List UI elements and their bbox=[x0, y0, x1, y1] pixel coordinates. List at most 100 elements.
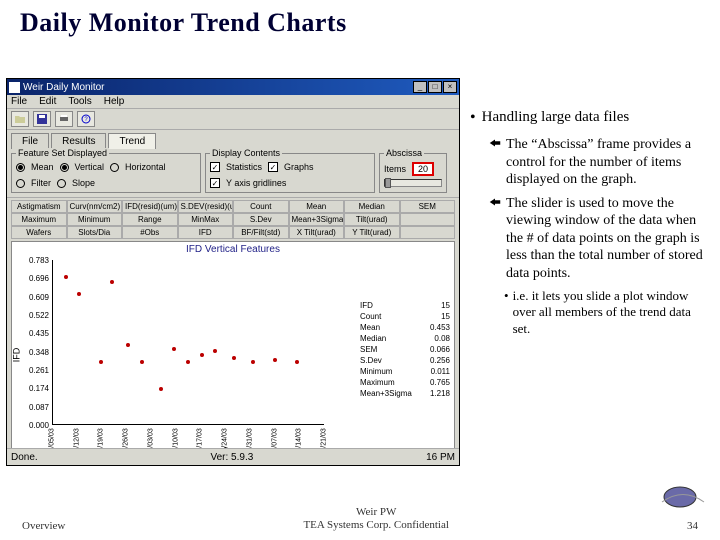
slide-title: Daily Monitor Trend Charts bbox=[20, 8, 347, 38]
label-gridlines: Y axis gridlines bbox=[226, 178, 286, 188]
data-point bbox=[251, 360, 255, 364]
menu-edit[interactable]: Edit bbox=[39, 96, 56, 107]
toolbar: ? bbox=[7, 109, 459, 130]
menu-tools[interactable]: Tools bbox=[68, 96, 91, 107]
minimize-button[interactable]: _ bbox=[413, 81, 427, 93]
app-window: Weir Daily Monitor _ □ × File Edit Tools… bbox=[6, 78, 460, 466]
feat-cell[interactable]: Mean bbox=[289, 200, 345, 213]
menu-file[interactable]: File bbox=[11, 96, 27, 107]
feature-set-legend: Feature Set Displayed bbox=[16, 148, 109, 158]
label-statistics: Statistics bbox=[226, 162, 262, 172]
status-left: Done. bbox=[11, 452, 38, 463]
abscissa-slider[interactable] bbox=[384, 179, 442, 187]
feat-cell[interactable]: Median bbox=[344, 200, 400, 213]
radio-filter[interactable] bbox=[16, 179, 25, 188]
feat-cell[interactable]: MinMax bbox=[178, 213, 234, 226]
print-icon[interactable] bbox=[55, 111, 73, 127]
help-icon[interactable]: ? bbox=[77, 111, 95, 127]
data-point bbox=[186, 360, 190, 364]
stats-row: Mean+3Sigma1.218 bbox=[360, 388, 450, 399]
tab-trend[interactable]: Trend bbox=[108, 133, 156, 149]
feat-cell[interactable]: X Tilt(urad) bbox=[289, 226, 345, 239]
feat-cell[interactable]: Curv(nm/cm2) bbox=[67, 200, 123, 213]
bullet-main-text: Handling large data files bbox=[482, 108, 630, 128]
feat-cell[interactable]: IFD(resid)(um) bbox=[122, 200, 178, 213]
chart-stats-panel: IFD15Count15Mean0.453Median0.08SEM0.066S… bbox=[360, 300, 450, 399]
feat-cell[interactable]: BF/Filt(std) bbox=[233, 226, 289, 239]
y-tick: 0.609 bbox=[17, 293, 49, 302]
data-point bbox=[77, 292, 81, 296]
radio-mean[interactable] bbox=[16, 163, 25, 172]
radio-vertical[interactable] bbox=[60, 163, 69, 172]
feat-cell[interactable]: SEM bbox=[400, 200, 456, 213]
y-tick: 0.261 bbox=[17, 366, 49, 375]
label-graphs: Graphs bbox=[284, 162, 314, 172]
feat-cell[interactable]: #Obs bbox=[122, 226, 178, 239]
feat-cell[interactable]: Slots/Dia bbox=[67, 226, 123, 239]
check-gridlines[interactable] bbox=[210, 178, 220, 188]
abscissa-input[interactable]: 20 bbox=[412, 162, 434, 176]
label-filter: Filter bbox=[31, 178, 51, 188]
window-title: Weir Daily Monitor bbox=[23, 82, 105, 93]
feat-cell[interactable]: Maximum bbox=[11, 213, 67, 226]
data-point bbox=[232, 356, 236, 360]
data-point bbox=[126, 343, 130, 347]
feat-cell[interactable]: Mean+3Sigma bbox=[289, 213, 345, 226]
feat-cell[interactable]: Astigmatism bbox=[11, 200, 67, 213]
label-horizontal: Horizontal bbox=[125, 162, 166, 172]
radio-horizontal[interactable] bbox=[110, 163, 119, 172]
tab-results[interactable]: Results bbox=[51, 133, 106, 149]
data-point bbox=[295, 360, 299, 364]
tab-row: File Results Trend bbox=[7, 130, 459, 149]
maximize-button[interactable]: □ bbox=[428, 81, 442, 93]
feat-cell[interactable]: Tilt(urad) bbox=[344, 213, 400, 226]
abscissa-group: Abscissa Items20 bbox=[379, 153, 447, 193]
sub-sub-text: i.e. it lets you slide a plot window ove… bbox=[513, 288, 706, 337]
data-point bbox=[273, 358, 277, 362]
statusbar: Done. Ver: 5.9.3 16 PM bbox=[7, 448, 459, 465]
label-slope: Slope bbox=[72, 178, 95, 188]
feat-cell[interactable]: S.Dev bbox=[233, 213, 289, 226]
menubar: File Edit Tools Help bbox=[7, 95, 459, 109]
abscissa-legend: Abscissa bbox=[384, 148, 424, 158]
y-tick: 0.435 bbox=[17, 329, 49, 338]
status-time: 16 PM bbox=[426, 452, 455, 463]
feat-cell[interactable]: Range bbox=[122, 213, 178, 226]
feat-cell[interactable]: Y Tilt(urad) bbox=[344, 226, 400, 239]
sub-bullet-1: The “Abscissa” frame provides a control … bbox=[506, 136, 706, 189]
stats-row: Count15 bbox=[360, 311, 450, 322]
y-tick: 0.000 bbox=[17, 421, 49, 430]
feat-cell[interactable] bbox=[400, 213, 456, 226]
display-contents-legend: Display Contents bbox=[210, 148, 282, 158]
feat-cell[interactable] bbox=[400, 226, 456, 239]
tab-file[interactable]: File bbox=[11, 133, 49, 149]
menu-help[interactable]: Help bbox=[104, 96, 125, 107]
chart-area: IFD Vertical Features IFD Date 0.7830.69… bbox=[11, 241, 455, 459]
data-point bbox=[200, 353, 204, 357]
save-icon[interactable] bbox=[33, 111, 51, 127]
feat-cell[interactable]: Count bbox=[233, 200, 289, 213]
options-panel: Feature Set Displayed Mean Vertical Hori… bbox=[7, 149, 459, 198]
feature-set-group: Feature Set Displayed Mean Vertical Hori… bbox=[11, 153, 201, 193]
close-button[interactable]: × bbox=[443, 81, 457, 93]
data-point bbox=[172, 347, 176, 351]
x-axis-line bbox=[52, 424, 324, 425]
status-ver: Ver: 5.9.3 bbox=[210, 452, 253, 463]
y-tick: 0.783 bbox=[17, 256, 49, 265]
footer-center-2: TEA Systems Corp. Confidential bbox=[303, 519, 448, 531]
hand-icon bbox=[488, 195, 502, 209]
label-vertical: Vertical bbox=[75, 162, 105, 172]
feat-cell[interactable]: IFD bbox=[178, 226, 234, 239]
app-icon bbox=[9, 82, 20, 93]
check-graphs[interactable] bbox=[268, 162, 278, 172]
feat-cell[interactable]: S.DEV(resid)(um) bbox=[178, 200, 234, 213]
radio-slope[interactable] bbox=[57, 179, 66, 188]
feat-cell[interactable]: Wafers bbox=[11, 226, 67, 239]
open-icon[interactable] bbox=[11, 111, 29, 127]
data-point bbox=[213, 349, 217, 353]
y-axis-line bbox=[52, 260, 53, 425]
feature-grid: AstigmatismCurv(nm/cm2)IFD(resid)(um)S.D… bbox=[11, 200, 455, 239]
stats-row: Minimum0.011 bbox=[360, 366, 450, 377]
check-statistics[interactable] bbox=[210, 162, 220, 172]
feat-cell[interactable]: Minimum bbox=[67, 213, 123, 226]
